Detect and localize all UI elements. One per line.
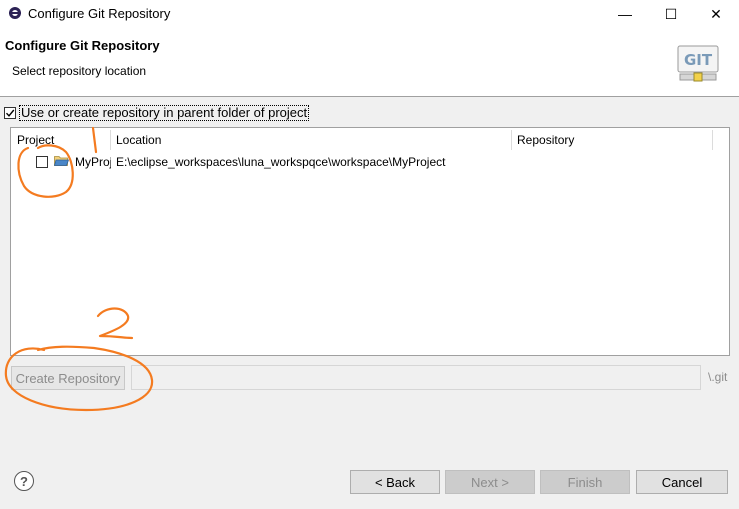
page-title: Configure Git Repository	[5, 38, 160, 53]
minimize-button[interactable]: —	[602, 0, 648, 28]
page-description: Select repository location	[12, 64, 147, 78]
back-button[interactable]: < Back	[350, 470, 440, 494]
maximize-icon: ☐	[664, 5, 678, 22]
column-header-project[interactable]: Project	[17, 133, 54, 147]
checkmark-icon	[5, 109, 15, 117]
project-name: MyProject	[75, 155, 111, 169]
project-folder-icon	[54, 156, 69, 166]
maximize-button[interactable]: ☐	[648, 0, 694, 28]
window-title: Configure Git Repository	[28, 6, 171, 21]
use-parent-checkbox[interactable]	[4, 107, 16, 119]
git-logo-text: GIT	[684, 51, 713, 69]
eclipse-icon	[9, 7, 21, 19]
minimize-icon: —	[618, 6, 632, 22]
git-logo-icon: GIT	[677, 45, 719, 82]
use-parent-label: Use or create repository in parent folde…	[19, 105, 310, 121]
column-divider[interactable]	[712, 130, 713, 150]
column-divider[interactable]	[110, 130, 111, 150]
finish-button[interactable]: Finish	[540, 470, 630, 494]
column-header-repository[interactable]: Repository	[517, 133, 574, 147]
close-icon: ✕	[710, 5, 722, 22]
git-suffix-label: \.git	[708, 370, 728, 384]
column-header-location[interactable]: Location	[116, 133, 161, 147]
create-repository-button[interactable]: Create Repository	[11, 366, 125, 390]
use-parent-folder-option[interactable]: Use or create repository in parent folde…	[4, 105, 310, 121]
cancel-button[interactable]: Cancel	[636, 470, 728, 494]
column-divider[interactable]	[511, 130, 512, 150]
table-row[interactable]: MyProject E:\eclipse_workspaces\luna_wor…	[11, 152, 729, 172]
project-checkbox[interactable]	[36, 156, 48, 168]
repository-path-field[interactable]	[131, 365, 701, 390]
projects-table: Project Location Repository MyProject E:…	[10, 127, 730, 356]
close-button[interactable]: ✕	[693, 0, 739, 28]
next-button[interactable]: Next >	[445, 470, 535, 494]
help-button[interactable]: ?	[14, 471, 34, 491]
project-location: E:\eclipse_workspaces\luna_workspqce\wor…	[116, 155, 446, 169]
help-icon: ?	[20, 473, 28, 489]
wizard-header: Configure Git Repository Select reposito…	[0, 28, 739, 97]
title-bar: Configure Git Repository — ☐ ✕	[0, 0, 739, 28]
